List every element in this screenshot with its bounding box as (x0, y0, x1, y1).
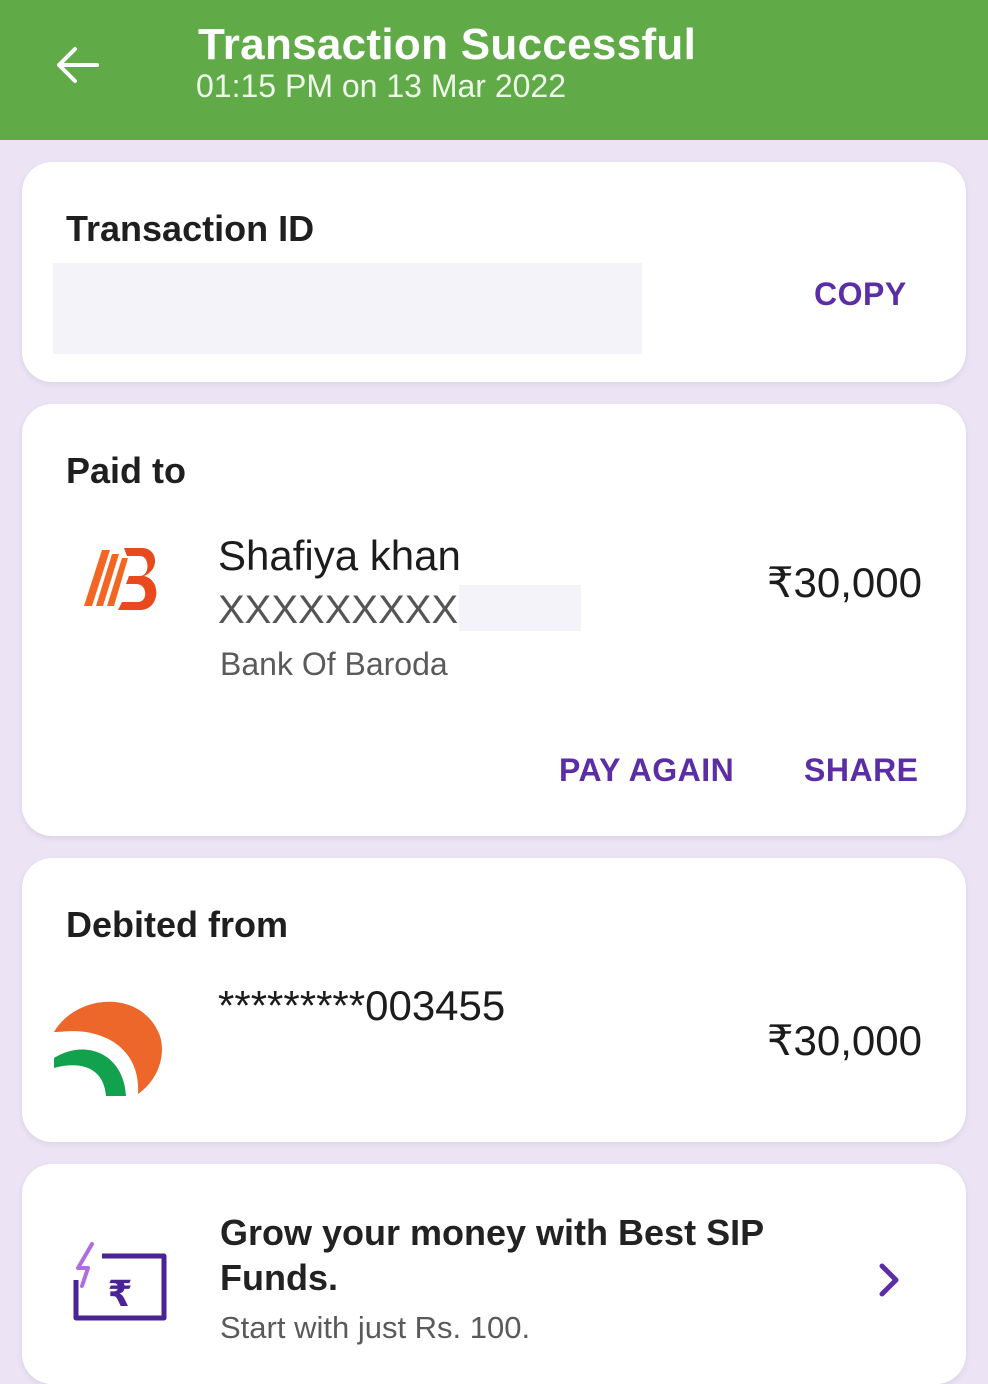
arrow-left-icon (57, 47, 99, 83)
svg-text:₹: ₹ (107, 1274, 132, 1315)
paid-amount: ₹30,000 (766, 559, 922, 606)
chevron-right-icon[interactable] (874, 1260, 904, 1300)
payee-name: Shafiya khan (218, 532, 461, 579)
share-button[interactable]: SHARE (804, 752, 919, 789)
payee-account-redacted (459, 585, 581, 631)
debited-from-card: Debited from *********003455 ₹30,000 (22, 858, 966, 1142)
bank-logo (54, 1001, 162, 1096)
transaction-id-label: Transaction ID (66, 208, 315, 249)
copy-button[interactable]: COPY (814, 276, 907, 313)
sip-promo-title: Grow your money with Best SIP Funds. (220, 1212, 764, 1298)
paid-to-label: Paid to (66, 450, 187, 491)
paid-to-card: Paid to Shafiya khan XXXXXXXXXX Bank Of … (22, 404, 966, 836)
transaction-id-value (53, 263, 642, 354)
debited-amount: ₹30,000 (766, 1017, 922, 1064)
app-header: Transaction Successful 01:15 PM on 13 Ma… (0, 0, 988, 140)
bank-of-baroda-logo (84, 548, 157, 610)
payee-bank-name: Bank Of Baroda (220, 646, 448, 682)
transaction-id-card: Transaction ID COPY (22, 162, 966, 382)
transaction-timestamp: 01:15 PM on 13 Mar 2022 (196, 68, 567, 104)
rupee-wallet-icon: ₹ (73, 1242, 167, 1321)
page-title: Transaction Successful (198, 20, 697, 69)
back-button[interactable] (46, 34, 108, 96)
sip-promo-card[interactable]: ₹ Grow your money with Best SIP Funds. S… (22, 1164, 966, 1384)
debit-account-masked: *********003455 (218, 982, 506, 1029)
sip-promo-subtitle: Start with just Rs. 100. (220, 1310, 531, 1345)
pay-again-button[interactable]: PAY AGAIN (559, 752, 734, 789)
debited-from-label: Debited from (66, 904, 289, 945)
payee-account-masked: XXXXXXXXXX (218, 588, 485, 632)
